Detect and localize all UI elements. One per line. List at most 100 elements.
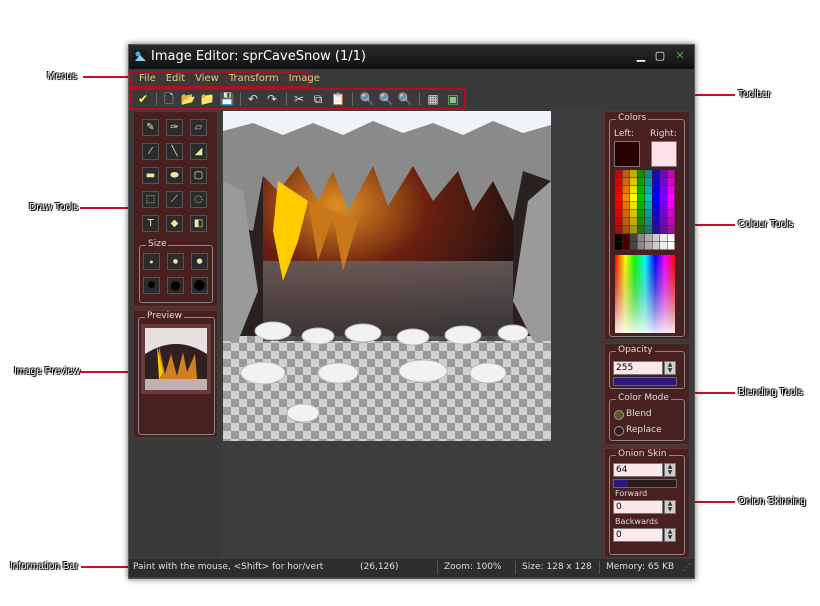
close-icon[interactable]: ✕ — [673, 50, 687, 62]
forward-input[interactable]: 0 — [613, 500, 663, 514]
size-2-icon[interactable]: ● — [167, 253, 184, 270]
spray-tool-icon[interactable]: ✑ — [166, 119, 183, 136]
size-6-icon[interactable]: ● — [191, 277, 208, 294]
onion-skin-group: Onion Skin 64 ▲ ▼ Forward 0 ▲ ▼ Backwards … — [609, 449, 685, 555]
image-canvas[interactable] — [223, 111, 551, 441]
menu-file[interactable]: File — [139, 71, 156, 87]
onion-skin-input[interactable]: 64 — [613, 463, 663, 477]
toolbar: ✔ 🗋 📂 📁 💾 ↶ ↷ ✂ ⧉ 📋 🔍 🔍 🔍 ▦ ▣ — [129, 88, 694, 110]
color-mode-label: Color Mode — [616, 393, 671, 403]
pencil-tool-icon[interactable]: ✎ — [142, 119, 159, 136]
callout-line-colour-tools — [689, 224, 735, 226]
onion-skinning-panel: Onion Skin 64 ▲ ▼ Forward 0 ▲ ▼ Backwards … — [604, 448, 690, 558]
blend-label: Blend — [626, 409, 652, 419]
status-memory: Memory: 65 KB — [606, 562, 675, 572]
callout-line-onion-skinning — [689, 501, 735, 503]
rounded-rectangle-tool-icon[interactable]: ▢ — [190, 167, 207, 184]
right-color-swatch[interactable] — [651, 141, 677, 167]
colors-label: Colors — [616, 113, 649, 123]
callout-toolbar: Toolbar — [738, 89, 771, 100]
opacity-input[interactable]: 255 — [613, 361, 663, 375]
status-size: Size: 128 x 128 — [522, 562, 592, 572]
forward-stepper[interactable]: ▲ ▼ — [664, 500, 676, 514]
replace-color-tool-icon[interactable]: ◧ — [190, 215, 207, 232]
redo-icon[interactable]: ↷ — [264, 91, 280, 107]
menu-image[interactable]: Image — [289, 71, 320, 87]
status-separator — [437, 561, 438, 574]
maximize-icon[interactable]: ▢ — [653, 50, 667, 62]
status-zoom: Zoom: 100% — [444, 562, 502, 572]
size-3-icon[interactable]: ● — [191, 253, 208, 270]
opacity-group: Opacity 255 ▲ ▼ — [609, 345, 685, 389]
color-spectrum[interactable] — [615, 255, 675, 333]
size-label: Size — [146, 239, 169, 249]
toolbar-separator — [286, 92, 287, 106]
select-ellipse-tool-icon[interactable]: ◌ — [190, 191, 207, 208]
size-4-icon[interactable]: ● — [143, 277, 160, 294]
confirm-icon[interactable]: ✔ — [135, 91, 151, 107]
polygon-tool-icon[interactable]: ◢ — [190, 143, 207, 160]
magic-wand-tool-icon[interactable]: ⟋ — [166, 191, 183, 208]
zoom-in-icon[interactable]: 🔍 — [397, 91, 413, 107]
left-color-label: Left: — [614, 129, 634, 139]
color-mode-group: Color Mode Blend Replace — [609, 393, 685, 441]
color-palette[interactable] — [615, 170, 675, 250]
status-separator — [515, 561, 516, 574]
backwards-stepper[interactable]: ▲ ▼ — [664, 528, 676, 542]
left-color-swatch[interactable] — [614, 141, 640, 167]
blend-radio[interactable] — [614, 410, 624, 420]
size-1-icon[interactable]: ● — [143, 253, 160, 270]
onion-skin-stepper[interactable]: ▲ ▼ — [664, 463, 676, 477]
backwards-input[interactable]: 0 — [613, 528, 663, 542]
replace-label: Replace — [626, 425, 662, 435]
callout-draw-tools: Draw Tools — [29, 202, 79, 213]
status-hint: Paint with the mouse, <Shift> for hor/ve… — [133, 562, 324, 572]
zoom-reset-icon[interactable]: 🔍 — [378, 91, 394, 107]
preview-thumbnail — [141, 324, 211, 394]
minimize-icon[interactable]: ▁ — [634, 50, 648, 62]
open-file-icon[interactable]: 📂 — [180, 91, 196, 107]
toolbar-separator — [156, 92, 157, 106]
line-tool-icon[interactable]: ╲ — [166, 143, 183, 160]
right-color-label: Right: — [650, 129, 677, 139]
undo-icon[interactable]: ↶ — [245, 91, 261, 107]
size-group: Size ● ● ● ● ● ● — [139, 239, 213, 303]
status-separator — [599, 561, 600, 574]
callout-line-blending-tools — [689, 392, 735, 394]
size-5-icon[interactable]: ● — [167, 277, 184, 294]
text-tool-icon[interactable]: T — [142, 215, 159, 232]
menu-edit[interactable]: Edit — [166, 71, 185, 87]
callout-line-menus — [83, 76, 128, 78]
paste-icon[interactable]: 📋 — [330, 91, 346, 107]
menu-view[interactable]: View — [195, 71, 219, 87]
fill-tool-icon[interactable]: ◆ — [166, 215, 183, 232]
rectangle-tool-icon[interactable]: ▬ — [142, 167, 159, 184]
eraser-tool-icon[interactable]: ▱ — [190, 119, 207, 136]
blending-tools-panel: Opacity 255 ▲ ▼ Color Mode Blend Replace — [604, 343, 690, 445]
colour-tools-panel: Colors Left: Right: — [604, 111, 690, 340]
new-file-icon[interactable]: 🗋 — [161, 91, 177, 107]
callout-information-bar: Information Bar — [10, 561, 79, 572]
image-editor-window: Image Editor: sprCaveSnow (1/1) ▁ ▢ ✕ Fi… — [128, 44, 695, 579]
callout-blending-tools: Blending Tools — [738, 387, 803, 398]
ellipse-tool-icon[interactable]: ⬬ — [166, 167, 183, 184]
callout-onion-skinning: Onion Skinning — [738, 496, 806, 507]
cut-icon[interactable]: ✂ — [291, 91, 307, 107]
resize-grip-icon[interactable]: ⋰ — [682, 563, 691, 573]
open-folder-icon[interactable]: 📁 — [199, 91, 215, 107]
image-properties-icon[interactable]: ▣ — [445, 91, 461, 107]
grid-icon[interactable]: ▦ — [425, 91, 441, 107]
backwards-label: Backwards — [615, 517, 659, 526]
copy-icon[interactable]: ⧉ — [310, 91, 326, 107]
select-rectangle-tool-icon[interactable]: ⬚ — [142, 191, 159, 208]
onion-skin-bar[interactable] — [613, 479, 677, 488]
toolbar-separator — [240, 92, 241, 106]
toolbar-separator — [419, 92, 420, 106]
replace-radio[interactable] — [614, 426, 624, 436]
menu-transform[interactable]: Transform — [229, 71, 279, 87]
save-icon[interactable]: 💾 — [219, 91, 235, 107]
color-picker-tool-icon[interactable]: ⁄ — [142, 143, 159, 160]
opacity-bar[interactable] — [613, 377, 677, 386]
zoom-out-icon[interactable]: 🔍 — [359, 91, 375, 107]
opacity-stepper[interactable]: ▲ ▼ — [664, 361, 676, 375]
